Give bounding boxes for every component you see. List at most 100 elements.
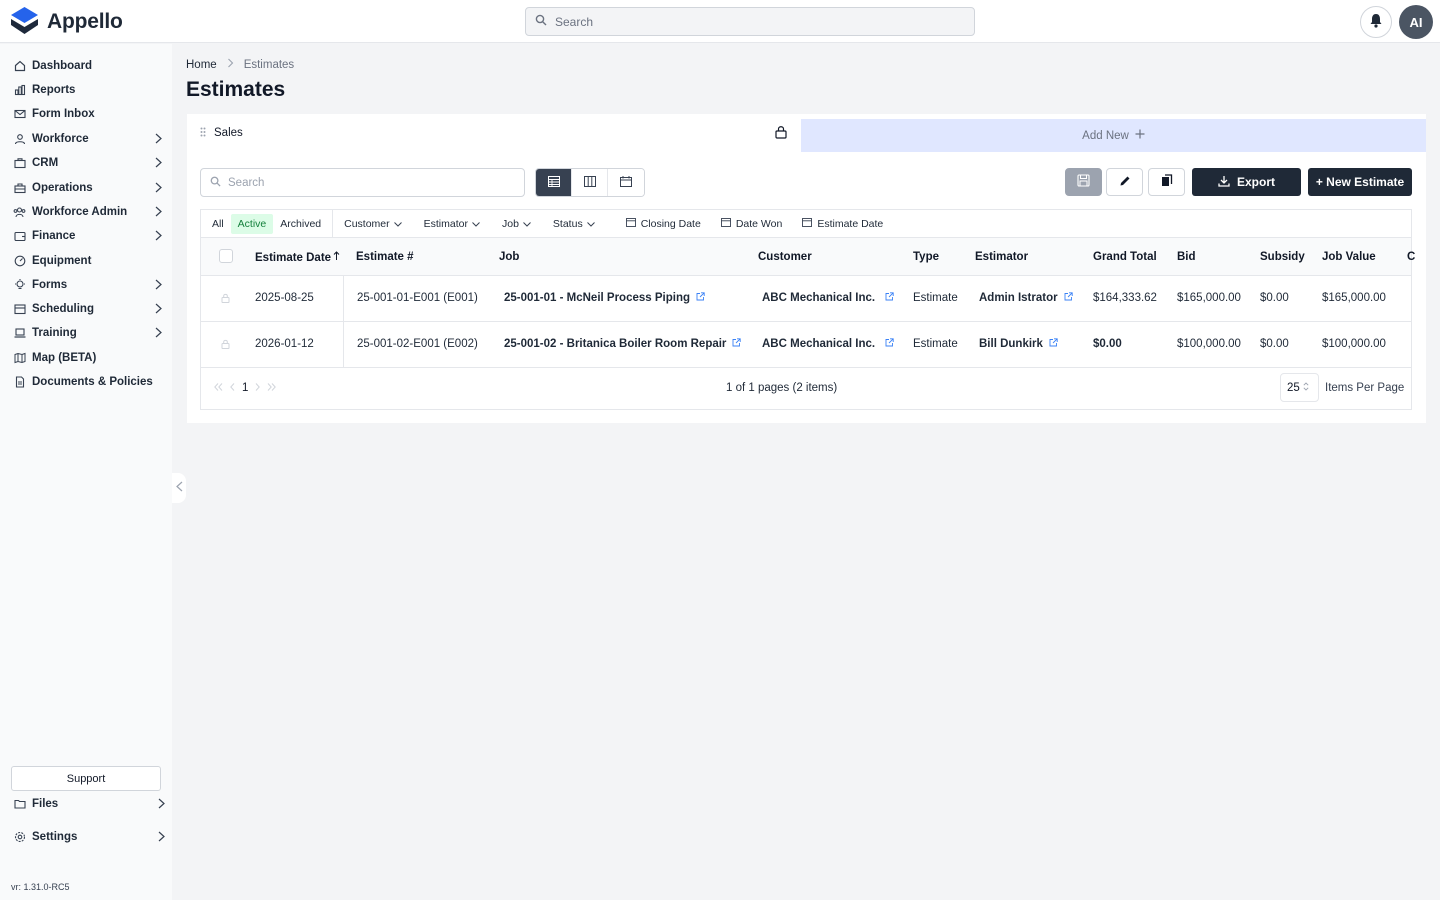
sidebar-item-dashboard[interactable]: Dashboard — [13, 56, 166, 76]
support-button[interactable]: Support — [11, 766, 161, 791]
column-header-overflow[interactable]: C — [1407, 251, 1415, 263]
external-link-icon[interactable] — [1049, 338, 1058, 350]
cell-estimator[interactable]: Admin Istrator — [979, 292, 1073, 304]
notifications-button[interactable] — [1360, 6, 1392, 38]
filter-estimate-date[interactable]: Estimate Date — [792, 217, 893, 230]
top-bar: Appello AI — [0, 0, 1440, 43]
select-all-checkbox[interactable] — [219, 249, 233, 263]
sidebar-item-label: Map (BETA) — [32, 352, 97, 364]
filter-all[interactable]: All — [201, 210, 231, 238]
lock-icon[interactable] — [775, 125, 787, 142]
column-header-subsidy[interactable]: Subsidy — [1260, 251, 1305, 263]
filter-archived[interactable]: Archived — [273, 210, 328, 238]
filter-label: Job — [501, 217, 519, 230]
sidebar-item-settings[interactable]: Settings — [13, 827, 166, 847]
calendar-icon — [13, 303, 26, 316]
sidebar-item-crm[interactable]: CRM — [13, 153, 166, 173]
pagination-info: 1 of 1 pages (2 items) — [726, 382, 838, 394]
column-header-type[interactable]: Type — [913, 251, 939, 263]
app-logo[interactable]: Appello — [10, 6, 123, 38]
cell-customer[interactable]: ABC Mechanical Inc. — [762, 292, 894, 304]
board-view-button[interactable] — [572, 169, 608, 196]
table-row[interactable]: 2026-01-12 25-001-02-E001 (E002) 25-001-… — [200, 322, 1412, 368]
external-link-icon[interactable] — [885, 338, 894, 350]
external-link-icon[interactable] — [732, 338, 742, 350]
sidebar-item-form-inbox[interactable]: Form Inbox — [13, 104, 166, 124]
sidebar-item-label: Form Inbox — [32, 108, 95, 120]
bulb-icon — [13, 279, 26, 292]
current-page[interactable]: 1 — [242, 382, 248, 394]
filter-date-won[interactable]: Date Won — [711, 217, 793, 230]
column-header-job[interactable]: Job — [499, 251, 519, 263]
table-search[interactable] — [200, 168, 525, 197]
new-estimate-button[interactable]: + New Estimate — [1308, 168, 1412, 196]
column-header-job-value[interactable]: Job Value — [1322, 251, 1376, 263]
column-header-customer[interactable]: Customer — [758, 251, 812, 263]
drag-handle-icon[interactable] — [200, 127, 206, 140]
global-search-input[interactable] — [555, 14, 955, 29]
tab-sales[interactable]: Sales — [187, 114, 800, 152]
job-link[interactable]: 25-001-02 - Britanica Boiler Room Repair — [504, 338, 726, 350]
sidebar-item-documents[interactable]: Documents & Policies — [13, 372, 166, 392]
sidebar-collapse-toggle[interactable] — [172, 473, 186, 503]
chevron-down-icon — [472, 218, 480, 230]
sidebar-item-operations[interactable]: Operations — [13, 178, 166, 198]
estimator-link[interactable]: Bill Dunkirk — [979, 338, 1043, 350]
external-link-icon[interactable] — [1064, 292, 1073, 304]
tab-add-new[interactable]: Add New — [801, 119, 1426, 152]
sidebar-item-training[interactable]: Training — [13, 323, 166, 343]
cell-job[interactable]: 25-001-01 - McNeil Process Piping — [504, 292, 705, 304]
global-search[interactable] — [525, 7, 975, 36]
estimator-link[interactable]: Admin Istrator — [979, 292, 1058, 304]
column-header-estimate-no[interactable]: Estimate # — [356, 251, 414, 263]
edit-view-button[interactable] — [1106, 168, 1143, 196]
cell-job[interactable]: 25-001-02 - Britanica Boiler Room Repair — [504, 338, 742, 350]
filter-active[interactable]: Active — [230, 213, 274, 234]
external-link-icon[interactable] — [885, 292, 894, 304]
table-row[interactable]: 2025-08-25 25-001-01-E001 (E001) 25-001-… — [200, 276, 1412, 322]
filter-label: Date Won — [735, 217, 783, 230]
sidebar-item-map[interactable]: Map (BETA) — [13, 348, 166, 368]
filter-customer[interactable]: Customer — [333, 218, 413, 230]
column-header-bid[interactable]: Bid — [1177, 251, 1196, 263]
filter-label: Estimate Date — [817, 217, 884, 230]
prev-page-icon[interactable] — [230, 382, 235, 394]
customer-link[interactable]: ABC Mechanical Inc. — [762, 292, 875, 304]
column-header-estimator[interactable]: Estimator — [975, 251, 1028, 263]
sidebar-item-files[interactable]: Files — [13, 794, 166, 814]
sidebar-item-workforce[interactable]: Workforce — [13, 129, 166, 149]
sidebar-item-label: Operations — [32, 182, 93, 194]
save-view-button[interactable] — [1065, 168, 1102, 196]
sidebar-item-equipment[interactable]: Equipment — [13, 251, 166, 271]
customer-link[interactable]: ABC Mechanical Inc. — [762, 338, 875, 350]
cell-customer[interactable]: ABC Mechanical Inc. — [762, 338, 894, 350]
filter-estimator[interactable]: Estimator — [413, 218, 491, 230]
table-search-input[interactable] — [228, 176, 508, 189]
last-page-icon[interactable] — [267, 382, 277, 394]
sidebar-item-scheduling[interactable]: Scheduling — [13, 299, 166, 319]
filter-closing-date[interactable]: Closing Date — [616, 217, 711, 230]
cell-estimate-no[interactable]: 25-001-01-E001 (E001) — [357, 292, 478, 304]
calendar-view-button[interactable] — [608, 169, 644, 196]
sidebar-item-forms[interactable]: Forms — [13, 275, 166, 295]
column-header-grand-total[interactable]: Grand Total — [1093, 251, 1157, 263]
filter-job[interactable]: Job — [491, 218, 542, 230]
first-page-icon[interactable] — [214, 382, 223, 394]
column-header-estimate-date[interactable]: Estimate Date — [255, 251, 340, 264]
duplicate-view-button[interactable] — [1148, 168, 1185, 196]
cell-estimate-no[interactable]: 25-001-02-E001 (E002) — [357, 338, 478, 350]
copy-icon — [1161, 174, 1173, 190]
page-size-select[interactable]: 25 — [1280, 373, 1319, 402]
user-avatar[interactable]: AI — [1399, 5, 1433, 39]
filter-status[interactable]: Status — [542, 218, 606, 230]
export-button[interactable]: Export — [1192, 168, 1301, 196]
external-link-icon[interactable] — [696, 292, 705, 304]
sidebar-item-reports[interactable]: Reports — [13, 80, 166, 100]
sidebar-item-finance[interactable]: Finance — [13, 226, 166, 246]
next-page-icon[interactable] — [255, 382, 261, 394]
sidebar-item-workforce-admin[interactable]: Workforce Admin — [13, 202, 166, 222]
table-view-button[interactable] — [536, 169, 572, 196]
job-link[interactable]: 25-001-01 - McNeil Process Piping — [504, 292, 690, 304]
cell-estimator[interactable]: Bill Dunkirk — [979, 338, 1058, 350]
breadcrumb-home[interactable]: Home — [186, 59, 217, 71]
